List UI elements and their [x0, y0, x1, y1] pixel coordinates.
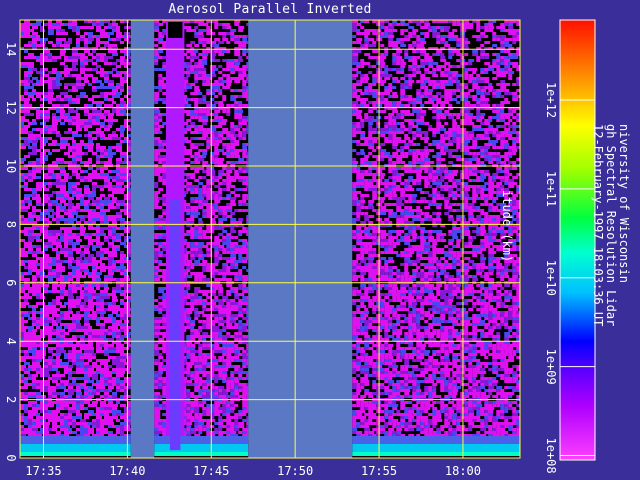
boundary-layer-band: [20, 444, 131, 452]
colorbar-tick-label: 1e+11: [544, 171, 558, 207]
timestamp-line: 12-February-1997 18:03:36 UT: [591, 124, 605, 327]
y-tick-label: 12: [4, 100, 18, 114]
boundary-layer-band: [154, 444, 249, 452]
x-tick-label: 17:40: [109, 464, 145, 478]
aerosol-column-core: [169, 200, 181, 450]
surface-band: [20, 452, 131, 456]
y-tick-label: 8: [4, 221, 18, 228]
x-tick-label: 18:00: [445, 464, 481, 478]
y-tick-label: 10: [4, 159, 18, 173]
y-tick-label: 6: [4, 279, 18, 286]
heatmap-area: [20, 20, 520, 458]
boundary-layer-upper: [20, 436, 131, 444]
boundary-layer-upper: [352, 436, 520, 444]
surface-band: [154, 452, 249, 456]
x-tick-label: 17:50: [277, 464, 313, 478]
x-tick-label: 17:35: [25, 464, 61, 478]
instrument-info: niversity of Wisconsin gh Spectral Resol…: [591, 124, 631, 327]
y-tick-label: 0: [4, 454, 18, 461]
institution-line: niversity of Wisconsin: [617, 124, 631, 283]
colorbar: 1e+08 1e+09 1e+10 1e+11 1e+12: [544, 19, 596, 474]
x-tick-label: 17:55: [361, 464, 397, 478]
surface-band: [352, 452, 520, 456]
colorbar-tick-label: 1e+09: [544, 349, 558, 385]
y-tick-label: 2: [4, 396, 18, 403]
colorbar-tick-label: 1e+12: [544, 82, 558, 118]
lidar-figure: 17:35 17:40 17:45 17:50 17:55 18:00 0 2 4 6 8 10 12 1…: [4, 19, 596, 478]
chart-title: Aerosol Parallel Inverted: [168, 2, 372, 17]
colorbar-tick-label: 1e+08: [544, 437, 558, 473]
x-tick-label: 17:45: [193, 464, 229, 478]
no-data-gap: [130, 20, 155, 458]
y-tick-label: 14: [4, 42, 18, 56]
y-tick-label: 4: [4, 338, 18, 345]
boundary-layer-band: [352, 444, 520, 452]
instrument-line: gh Spectral Resolution Lidar: [604, 124, 618, 327]
no-data-gap: [248, 20, 353, 458]
boundary-layer-upper: [154, 436, 249, 444]
y-axis-label: itude (km): [500, 190, 514, 263]
colorbar-gradient: [560, 20, 595, 460]
column-top: [167, 22, 183, 38]
colorbar-tick-label: 1e+10: [544, 260, 558, 296]
